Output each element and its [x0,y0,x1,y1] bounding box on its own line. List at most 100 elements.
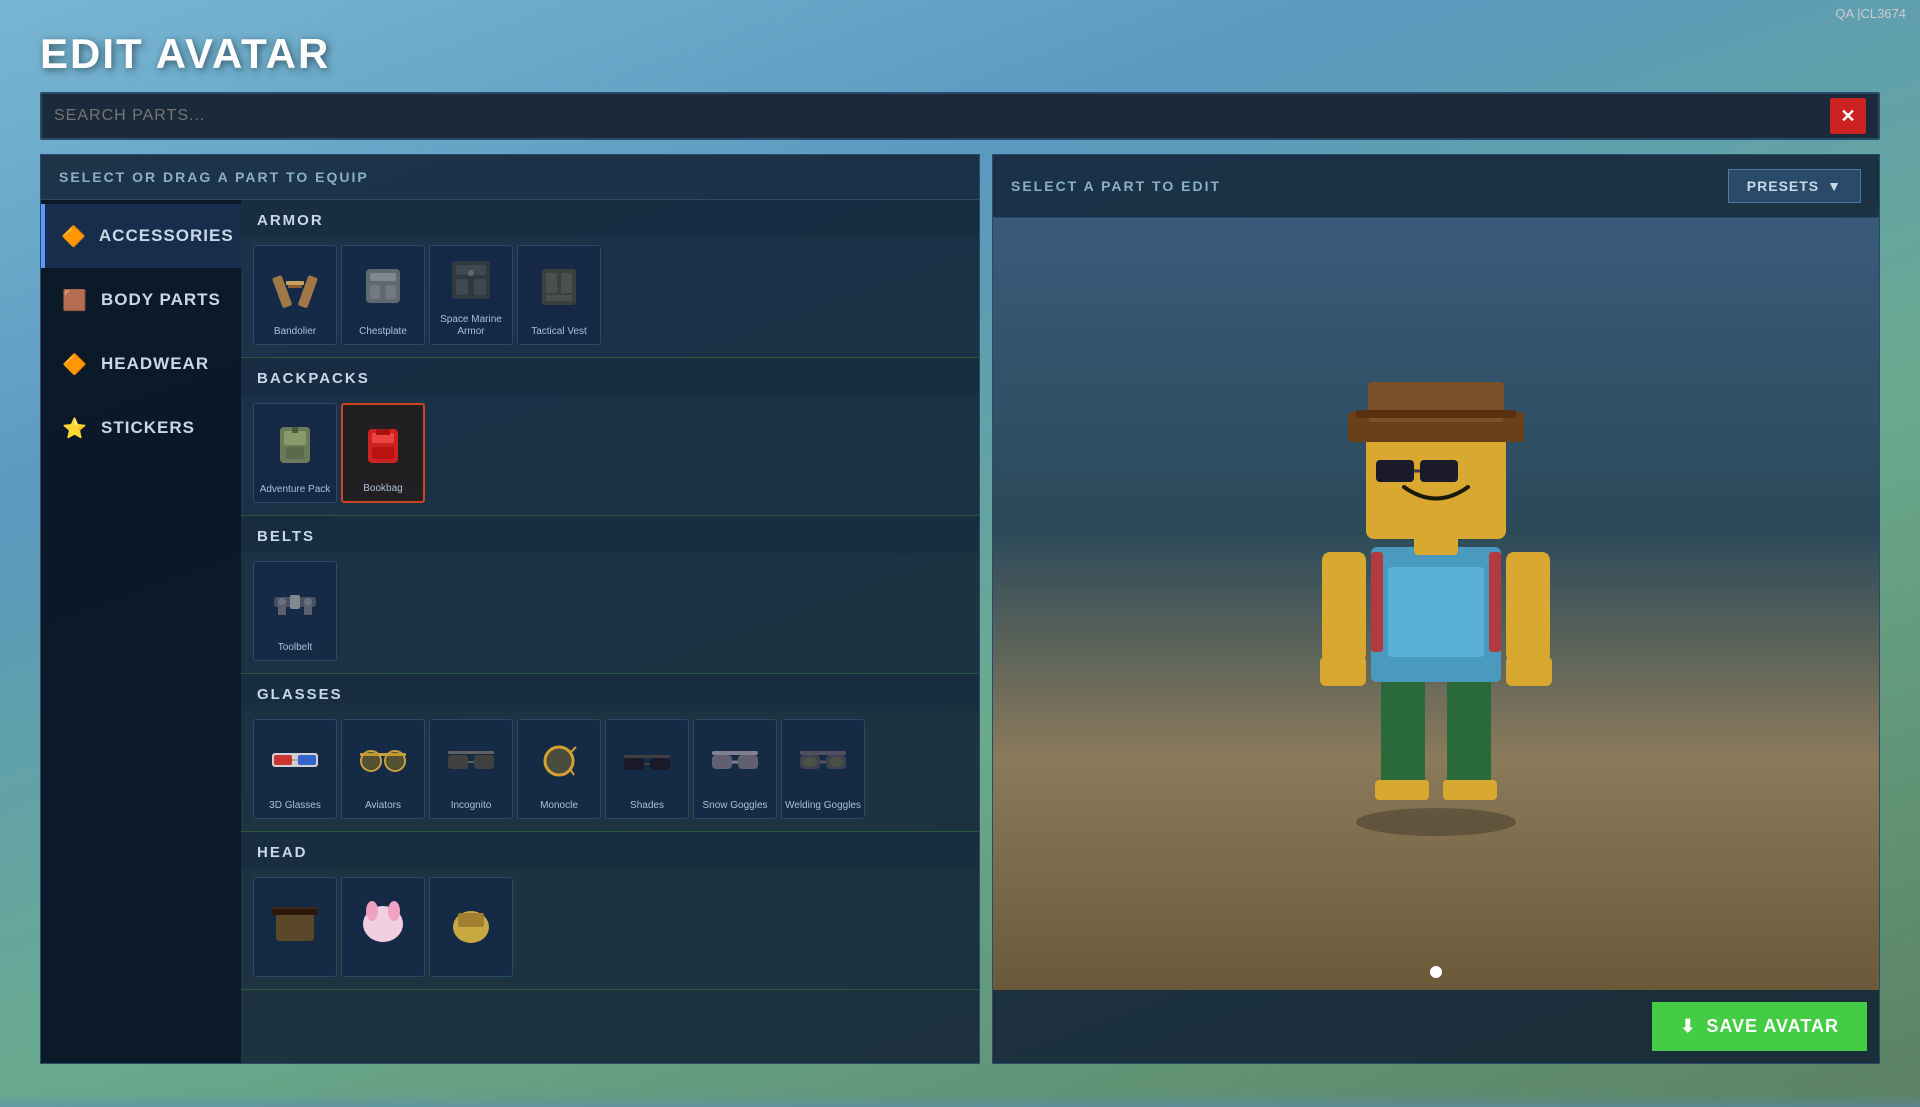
category-belts-items: Toolbelt [241,553,979,673]
category-glasses-header: Glasses [241,674,979,711]
item-aviators-img [342,720,424,800]
item-3d-glasses-img [254,720,336,800]
item-aviators-label: Aviators [365,800,401,812]
left-panel-header: SELECT OR DRAG A PART TO EQUIP [41,155,979,200]
item-bandolier[interactable]: Bandolier [253,245,337,345]
search-clear-button[interactable]: ✕ [1830,98,1866,134]
item-bookbag-img [343,405,423,483]
content-area: SELECT OR DRAG A PART TO EQUIP 🔶 Accesso… [40,154,1880,1064]
item-bandolier-img [254,246,336,326]
item-shades[interactable]: Shades [605,719,689,819]
sidebar-item-headwear-label: Headwear [101,354,209,374]
search-bar: ✕ [40,92,1880,140]
stickers-icon: ⭐ [61,414,89,442]
main-container: EDIT AVATAR ✕ SELECT OR DRAG A PART TO E… [40,30,1880,1060]
item-shades-img [606,720,688,800]
item-head-1-img [254,878,336,970]
right-panel: SELECT A PART TO EDIT PRESETS ▼ [992,154,1880,1064]
category-backpacks-header: Backpacks [241,358,979,395]
save-label: SAVE AVATAR [1706,1016,1839,1037]
avatar-display [993,218,1879,990]
accessories-icon: 🔶 [61,222,87,250]
category-glasses: Glasses 3D Glasses [241,674,979,832]
headwear-icon: 🔶 [61,350,89,378]
save-icon: ⬇ [1680,1016,1696,1037]
right-panel-header: SELECT A PART TO EDIT PRESETS ▼ [993,155,1879,218]
sidebar-item-stickers[interactable]: ⭐ Stickers [41,396,241,460]
item-head-2[interactable] [341,877,425,977]
sidebar-item-body-parts[interactable]: 🟫 Body Parts [41,268,241,332]
item-tactical-vest[interactable]: Tactical Vest [517,245,601,345]
item-toolbelt-img [254,562,336,642]
category-belts: Belts Toolbelt [241,516,979,674]
category-head-header: Head [241,832,979,869]
item-3d-glasses-label: 3D Glasses [269,800,321,812]
item-bandolier-label: Bandolier [274,326,316,338]
item-chestplate-label: Chestplate [359,326,407,338]
item-incognito-img [430,720,512,800]
item-space-marine-armor[interactable]: Space Marine Armor [429,245,513,345]
item-bookbag-label: Bookbag [363,483,402,495]
left-panel: SELECT OR DRAG A PART TO EQUIP 🔶 Accesso… [40,154,980,1064]
category-head-items [241,869,979,989]
item-welding-goggles[interactable]: Welding Goggles [781,719,865,819]
item-toolbelt-label: Toolbelt [278,642,312,654]
item-monocle-img [518,720,600,800]
item-toolbelt[interactable]: Toolbelt [253,561,337,661]
sidebar-item-headwear[interactable]: 🔶 Headwear [41,332,241,396]
item-tactical-vest-label: Tactical Vest [531,326,587,338]
item-monocle-label: Monocle [540,800,578,812]
category-glasses-items: 3D Glasses Aviators [241,711,979,831]
item-head-2-img [342,878,424,970]
sidebar-item-body-parts-label: Body Parts [101,290,221,310]
item-snow-goggles-label: Snow Goggles [702,800,767,812]
search-input[interactable] [54,107,1830,125]
category-head: Head [241,832,979,990]
category-belts-header: Belts [241,516,979,553]
item-aviators[interactable]: Aviators [341,719,425,819]
item-chestplate[interactable]: Chestplate [341,245,425,345]
items-area: Armor Bandolier [241,200,979,1063]
item-welding-goggles-img [782,720,864,800]
item-adventure-pack-label: Adventure Pack [260,484,331,496]
presets-chevron-icon: ▼ [1827,178,1842,194]
item-shades-label: Shades [630,800,664,812]
topbar-label: QA |CL3674 [1821,0,1920,27]
item-head-3-img [430,878,512,970]
item-adventure-pack-img [254,404,336,484]
item-head-1[interactable] [253,877,337,977]
presets-label: PRESETS [1747,178,1819,194]
item-3d-glasses[interactable]: 3D Glasses [253,719,337,819]
dot-1 [1430,966,1442,978]
item-incognito[interactable]: Incognito [429,719,513,819]
category-armor: Armor Bandolier [241,200,979,358]
right-panel-title: SELECT A PART TO EDIT [1011,178,1221,194]
category-backpacks: Backpacks Adventure Pack [241,358,979,516]
category-backpacks-items: Adventure Pack Bookbag [241,395,979,515]
item-bookbag[interactable]: Bookbag [341,403,425,503]
sidebar-item-accessories[interactable]: 🔶 Accessories [41,204,241,268]
presets-button[interactable]: PRESETS ▼ [1728,169,1861,203]
item-head-3[interactable] [429,877,513,977]
item-space-marine-armor-img [430,246,512,314]
item-space-marine-armor-label: Space Marine Armor [430,314,512,338]
sidebar-item-stickers-label: Stickers [101,418,195,438]
item-tactical-vest-img [518,246,600,326]
category-armor-items: Bandolier Chestplate [241,237,979,357]
sidebar-item-accessories-label: Accessories [99,226,234,246]
item-incognito-label: Incognito [451,800,492,812]
item-monocle[interactable]: Monocle [517,719,601,819]
avatar-figure [1276,352,1596,857]
dots-indicator [1430,966,1442,978]
item-adventure-pack[interactable]: Adventure Pack [253,403,337,503]
sidebar: 🔶 Accessories 🟫 Body Parts 🔶 Headwear ⭐ … [41,200,241,1063]
save-avatar-button[interactable]: ⬇ SAVE AVATAR [1652,1002,1867,1051]
page-title: EDIT AVATAR [40,30,1880,78]
item-snow-goggles-img [694,720,776,800]
body-parts-icon: 🟫 [61,286,89,314]
category-armor-header: Armor [241,200,979,237]
left-content: 🔶 Accessories 🟫 Body Parts 🔶 Headwear ⭐ … [41,200,979,1063]
item-snow-goggles[interactable]: Snow Goggles [693,719,777,819]
item-welding-goggles-label: Welding Goggles [785,800,861,812]
item-chestplate-img [342,246,424,326]
